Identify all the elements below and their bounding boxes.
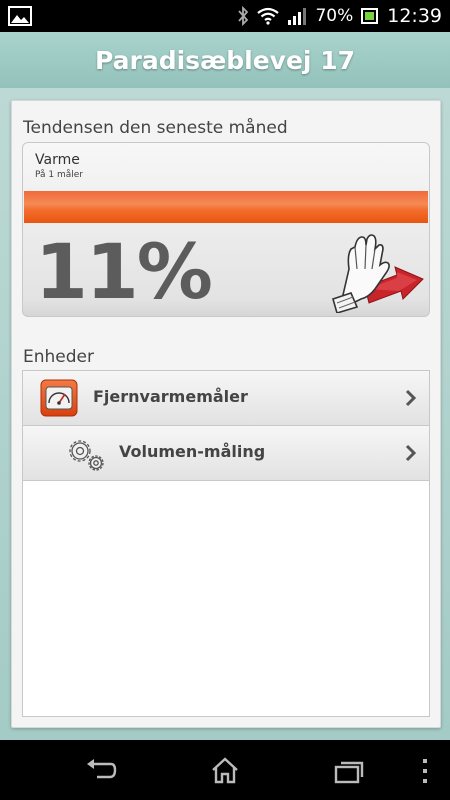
list-item-fjernvarmemaaler[interactable]: Fjernvarmemåler <box>23 371 429 426</box>
hand-arrow-icon <box>332 234 424 313</box>
wifi-icon <box>257 7 280 25</box>
menu-icon[interactable] <box>420 758 430 784</box>
home-icon[interactable] <box>210 756 240 784</box>
chevron-right-icon <box>405 389 417 407</box>
app-header: Paradisæblevej 17 <box>0 32 450 88</box>
trend-bar <box>24 191 428 223</box>
recents-icon[interactable] <box>334 760 364 784</box>
content-card: Tendensen den seneste måned Varme På 1 m… <box>11 100 441 728</box>
gears-icon <box>69 440 104 471</box>
chevron-right-icon <box>405 444 417 462</box>
battery-icon <box>361 8 379 24</box>
list-item-label: Fjernvarmemåler <box>93 387 248 406</box>
back-icon[interactable] <box>85 758 117 782</box>
gallery-icon <box>8 6 32 26</box>
units-list: Fjernvarmemåler Volumen-måling <box>22 370 430 717</box>
page-title: Paradisæblevej 17 <box>95 45 355 75</box>
units-section-label: Enheder <box>23 347 94 367</box>
trend-card[interactable]: Varme På 1 måler 11% <box>22 142 430 317</box>
trend-section-label: Tendensen den seneste måned <box>23 118 288 138</box>
content-area: Tendensen den seneste måned Varme På 1 m… <box>0 88 450 740</box>
battery-percent: 70% <box>315 6 354 26</box>
trend-value: 11% <box>35 227 213 316</box>
trend-subtitle: På 1 måler <box>35 170 84 180</box>
list-item-volumen-maaling[interactable]: Volumen-måling <box>23 426 429 481</box>
list-item-label: Volumen-måling <box>119 442 266 461</box>
signal-icon <box>288 8 307 25</box>
status-bar: 70% 12:39 <box>0 0 450 32</box>
navigation-bar <box>0 740 450 800</box>
trend-name: Varme <box>35 152 80 168</box>
bluetooth-icon <box>238 6 249 26</box>
meter-icon <box>40 379 78 417</box>
clock: 12:39 <box>387 5 442 27</box>
